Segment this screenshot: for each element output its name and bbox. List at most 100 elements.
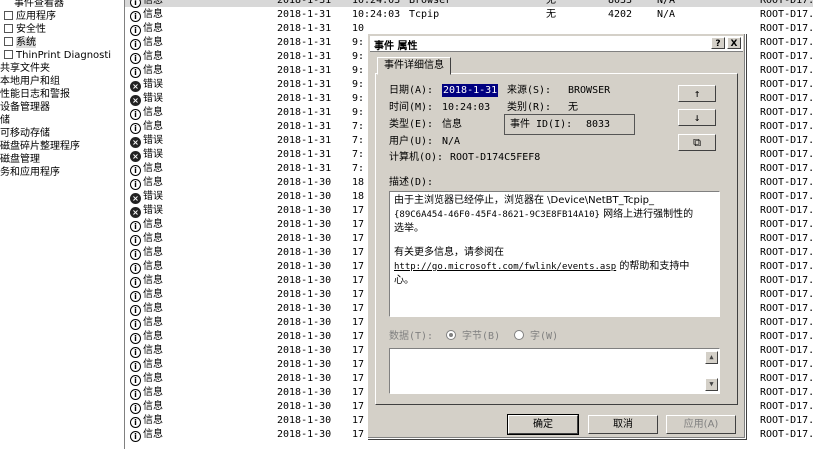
date-cell: 2018-1-30 xyxy=(277,345,332,356)
tree-node[interactable]: 磁盘碎片整理程序 xyxy=(0,140,80,153)
type-label: 信息 xyxy=(143,275,163,286)
tree-node[interactable]: 设备管理器 xyxy=(0,101,50,114)
ok-button[interactable]: 确定 xyxy=(508,415,578,434)
tree-node[interactable]: 性能日志和警报 xyxy=(0,88,70,101)
type-cell: i 信息 xyxy=(130,120,270,134)
tree-node-label: 安全性 xyxy=(16,24,46,35)
computer-cell: ROOT-D17... xyxy=(760,0,813,6)
type-label: 信息 xyxy=(143,331,163,342)
computer-cell: ROOT-D17... xyxy=(760,373,813,384)
type-label: 信息 xyxy=(143,51,163,62)
type-label: 错误 xyxy=(143,135,163,146)
scroll-up-icon[interactable]: ▲ xyxy=(705,351,718,364)
computer-cell: ROOT-D17... xyxy=(760,317,813,328)
previous-event-button[interactable]: ↑ xyxy=(678,85,716,102)
type-cell: i 信息 xyxy=(130,428,270,442)
tree-node[interactable]: 磁盘管理 xyxy=(0,153,40,166)
computer-cell: ROOT-D17... xyxy=(760,415,813,426)
computer-cell: ROOT-D17... xyxy=(760,401,813,412)
tree-node-label: 本地用户和组 xyxy=(0,76,60,87)
bytes-radio[interactable] xyxy=(446,330,456,340)
type-cell: i 信息 xyxy=(130,302,270,316)
date-cell: 2018-1-30 xyxy=(277,261,332,272)
data-textbox[interactable]: ▲ ▼ xyxy=(389,348,720,394)
type-cell: i 信息 xyxy=(130,260,270,274)
tree-node-label: 性能日志和警报 xyxy=(0,89,70,100)
date-cell: 2018-1-30 xyxy=(277,387,332,398)
type-label: 信息 xyxy=(143,9,163,20)
error-icon: × xyxy=(130,81,141,92)
dialog-title: 事件 属性 xyxy=(374,41,418,52)
type-label: 信息 xyxy=(143,261,163,272)
tree-node-label: 磁盘管理 xyxy=(0,154,40,165)
type-cell: i 信息 xyxy=(130,316,270,330)
info-icon: i xyxy=(130,67,141,78)
tab-event-details[interactable]: 事件详细信息 xyxy=(377,57,451,75)
log-icon xyxy=(4,24,13,33)
type-cell: × 错误 xyxy=(130,78,270,92)
event-id-value: 8033 xyxy=(586,119,611,130)
description-line-6: 心。 xyxy=(394,275,414,286)
type-label: 信息 xyxy=(143,345,163,356)
date-cell: 2018-1-30 xyxy=(277,191,332,202)
type-label: 信息 xyxy=(143,317,163,328)
computer-cell: ROOT-D17... xyxy=(760,261,813,272)
error-icon: × xyxy=(130,137,141,148)
words-radio-group[interactable]: 字(W) xyxy=(514,330,558,343)
type-label: 信息 xyxy=(143,0,163,6)
tree-node[interactable]: 本地用户和组 xyxy=(0,75,60,88)
description-label: 描述(D): xyxy=(389,177,434,188)
tree-node[interactable]: 共享文件夹 xyxy=(0,62,50,75)
tree-node[interactable]: 储 xyxy=(0,114,10,127)
computer-cell: ROOT-D17... xyxy=(760,121,813,132)
computer-value: ROOT-D174C5FEF8 xyxy=(450,152,541,163)
info-icon: i xyxy=(130,263,141,274)
date-cell: 2018-1-31 xyxy=(277,149,332,160)
help-link[interactable]: http://go.microsoft.com/fwlink/events.as… xyxy=(394,262,616,272)
close-button[interactable]: X xyxy=(727,37,741,49)
description-textbox[interactable]: 由于主浏览器已经停止，浏览器在 \Device\NetBT_Tcpip_ {89… xyxy=(389,191,720,317)
computer-cell: ROOT-D17... xyxy=(760,65,813,76)
category-cell: 无 xyxy=(546,0,556,6)
tree-node[interactable]: 应用程序 xyxy=(4,10,56,23)
tree-node[interactable]: 系统 xyxy=(4,36,36,49)
date-cell: 2018-1-30 xyxy=(277,233,332,244)
date-cell: 2018-1-31 xyxy=(277,107,332,118)
apply-button[interactable]: 应用(A) xyxy=(666,415,736,434)
type-cell: i 信息 xyxy=(130,274,270,288)
table-row[interactable]: i 信息 2018-1-31 10:24:03 Browser 无 8033 N/A ROOT-… xyxy=(125,0,813,8)
tree-node[interactable]: 事件查看器 xyxy=(14,0,64,10)
next-event-button[interactable]: ↓ xyxy=(678,109,716,126)
user-cell: N/A xyxy=(657,9,676,20)
info-icon: i xyxy=(130,277,141,288)
type-label: 信息 xyxy=(143,373,163,384)
computer-cell: ROOT-D17... xyxy=(760,135,813,146)
event-properties-dialog: 事件 属性 ? X 事件详细信息 日期(A): 2018-1-31 来源(S):… xyxy=(367,33,746,439)
date-cell: 2018-1-31 xyxy=(277,163,332,174)
description-line-2: {89C6A454-46F0-45F4-8621-9C3E8FB14A10} 网… xyxy=(394,208,715,222)
date-cell: 2018-1-30 xyxy=(277,177,332,188)
table-row[interactable]: i 信息 2018-1-31 10:24:03 Tcpip 无 4202 N/A ROOT-D1… xyxy=(125,8,813,22)
tree-node[interactable]: 务和应用程序 xyxy=(0,166,60,179)
type-label: 错误 xyxy=(143,93,163,104)
words-radio[interactable] xyxy=(514,330,524,340)
date-cell: 2018-1-30 xyxy=(277,317,332,328)
scroll-down-icon[interactable]: ▼ xyxy=(705,378,718,391)
log-icon xyxy=(4,37,13,46)
computer-cell: ROOT-D17... xyxy=(760,163,813,174)
date-cell: 2018-1-30 xyxy=(277,415,332,426)
info-icon: i xyxy=(130,319,141,330)
help-button[interactable]: ? xyxy=(711,37,725,49)
date-cell: 2018-1-30 xyxy=(277,247,332,258)
tree-node[interactable]: 安全性 xyxy=(4,23,46,36)
time-label: 时间(M): xyxy=(389,102,434,113)
log-icon xyxy=(4,11,13,20)
id-cell: 4202 xyxy=(608,9,633,20)
bytes-radio-group[interactable]: 字节(B) xyxy=(446,330,500,343)
type-label: 类型(E): xyxy=(389,119,434,130)
copy-button[interactable]: ⧉ xyxy=(678,134,716,151)
cancel-button[interactable]: 取消 xyxy=(588,415,658,434)
tree-node[interactable]: 可移动存储 xyxy=(0,127,50,140)
tree-node[interactable]: ThinPrint Diagnosti xyxy=(4,49,111,62)
